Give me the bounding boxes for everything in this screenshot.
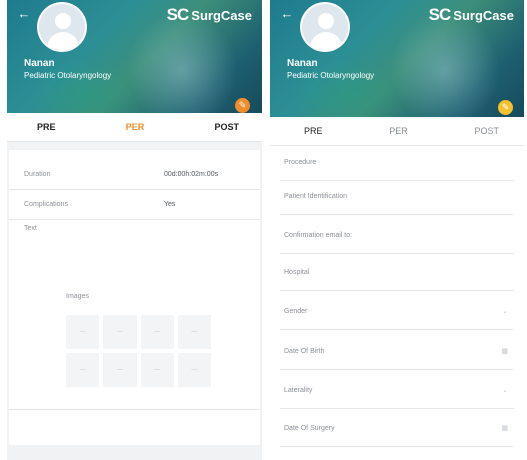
tab-per[interactable]: PER <box>126 122 145 132</box>
surgcase-logo: SC SurgCase <box>167 5 252 25</box>
duration-label: Duration <box>24 171 51 178</box>
avatar-head-shape <box>318 13 334 29</box>
gender-select[interactable]: Gender ⌄ <box>280 296 514 330</box>
hospital-field[interactable]: Hospital <box>280 257 514 291</box>
screen-per: ← SC SurgCase Nanan Pediatric Otolaryngo… <box>7 0 262 460</box>
image-slot[interactable]: — <box>103 353 137 387</box>
edit-profile-icon[interactable]: ✎ <box>498 100 513 115</box>
surgcase-logo: SC SurgCase <box>429 5 514 25</box>
phase-tabs: PRE PER POST <box>7 113 262 142</box>
brand-mark: SC <box>428 5 452 24</box>
confirmation-email-field[interactable]: Confirmation email to: <box>280 220 514 254</box>
user-name: Nanan <box>287 58 318 69</box>
duration-row[interactable]: Duration 00d:00h:02m:00s <box>9 160 260 190</box>
duration-value: 00d:00h:02m:00s <box>164 171 219 178</box>
image-slot[interactable]: — <box>66 353 100 387</box>
complications-value: Yes <box>164 201 176 208</box>
brand-name: SurgCase <box>453 7 514 23</box>
images-section: Images — — — — — — — — <box>56 293 219 398</box>
date-of-surgery-label: Date Of Surgery <box>284 425 335 432</box>
procedure-label: Procedure <box>284 159 317 166</box>
procedure-field[interactable]: Procedure <box>280 147 514 181</box>
tab-post[interactable]: POST <box>474 126 499 136</box>
complications-label: Complications <box>24 201 68 208</box>
divider <box>9 409 260 410</box>
image-slot[interactable]: — <box>177 353 211 387</box>
gender-label: Gender <box>284 308 308 315</box>
image-grid: — — — — — — — — <box>66 315 211 387</box>
phase-tabs: PRE PER POST <box>270 117 524 146</box>
avatar-body-shape <box>47 32 79 50</box>
laterality-label: Laterality <box>284 387 313 394</box>
image-slot[interactable]: — <box>103 315 137 349</box>
avatar[interactable] <box>300 2 350 52</box>
images-label: Images <box>66 293 89 300</box>
patient-identification-label: Patient Identification <box>284 193 348 200</box>
edit-profile-icon[interactable]: ✎ <box>235 98 250 113</box>
tab-post[interactable]: POST <box>214 122 239 132</box>
calendar-icon: ▦ <box>501 425 508 432</box>
back-arrow-icon[interactable]: ← <box>278 5 296 23</box>
patient-identification-field[interactable]: Patient Identification <box>280 181 514 215</box>
user-specialty: Pediatric Otolaryngology <box>287 71 375 80</box>
text-field-label: Text <box>24 225 37 232</box>
date-of-birth-field[interactable]: Date Of Birth ▦ <box>280 336 514 370</box>
complications-row[interactable]: Complications Yes <box>9 190 260 220</box>
per-details-card: Duration 00d:00h:02m:00s Complications Y… <box>9 150 260 445</box>
screen-pre: ← SC SurgCase Nanan Pediatric Otolaryngo… <box>270 0 524 460</box>
tab-pre[interactable]: PRE <box>304 126 323 136</box>
hospital-label: Hospital <box>284 269 310 276</box>
user-name: Nanan <box>24 58 55 69</box>
tab-per[interactable]: PER <box>389 126 408 136</box>
user-specialty: Pediatric Otolaryngology <box>24 71 112 80</box>
image-slot[interactable]: — <box>140 353 174 387</box>
laterality-select[interactable]: Laterality ⌄ <box>280 375 514 409</box>
image-slot[interactable]: — <box>177 315 211 349</box>
back-arrow-icon[interactable]: ← <box>15 5 33 23</box>
date-of-birth-label: Date Of Birth <box>284 348 325 355</box>
avatar[interactable] <box>37 2 87 52</box>
image-slot[interactable]: — <box>66 315 100 349</box>
chevron-down-icon: ⌄ <box>502 387 508 394</box>
date-of-surgery-field[interactable]: Date Of Surgery ▦ <box>280 413 514 447</box>
brand-mark: SC <box>166 5 190 24</box>
avatar-head-shape <box>55 13 71 29</box>
chevron-down-icon: ⌄ <box>502 308 508 315</box>
brand-name: SurgCase <box>191 7 252 23</box>
avatar-body-shape <box>310 32 342 50</box>
image-slot[interactable]: — <box>140 315 174 349</box>
confirmation-email-label: Confirmation email to: <box>284 232 353 239</box>
calendar-icon: ▦ <box>501 348 508 355</box>
tab-pre[interactable]: PRE <box>37 122 56 132</box>
